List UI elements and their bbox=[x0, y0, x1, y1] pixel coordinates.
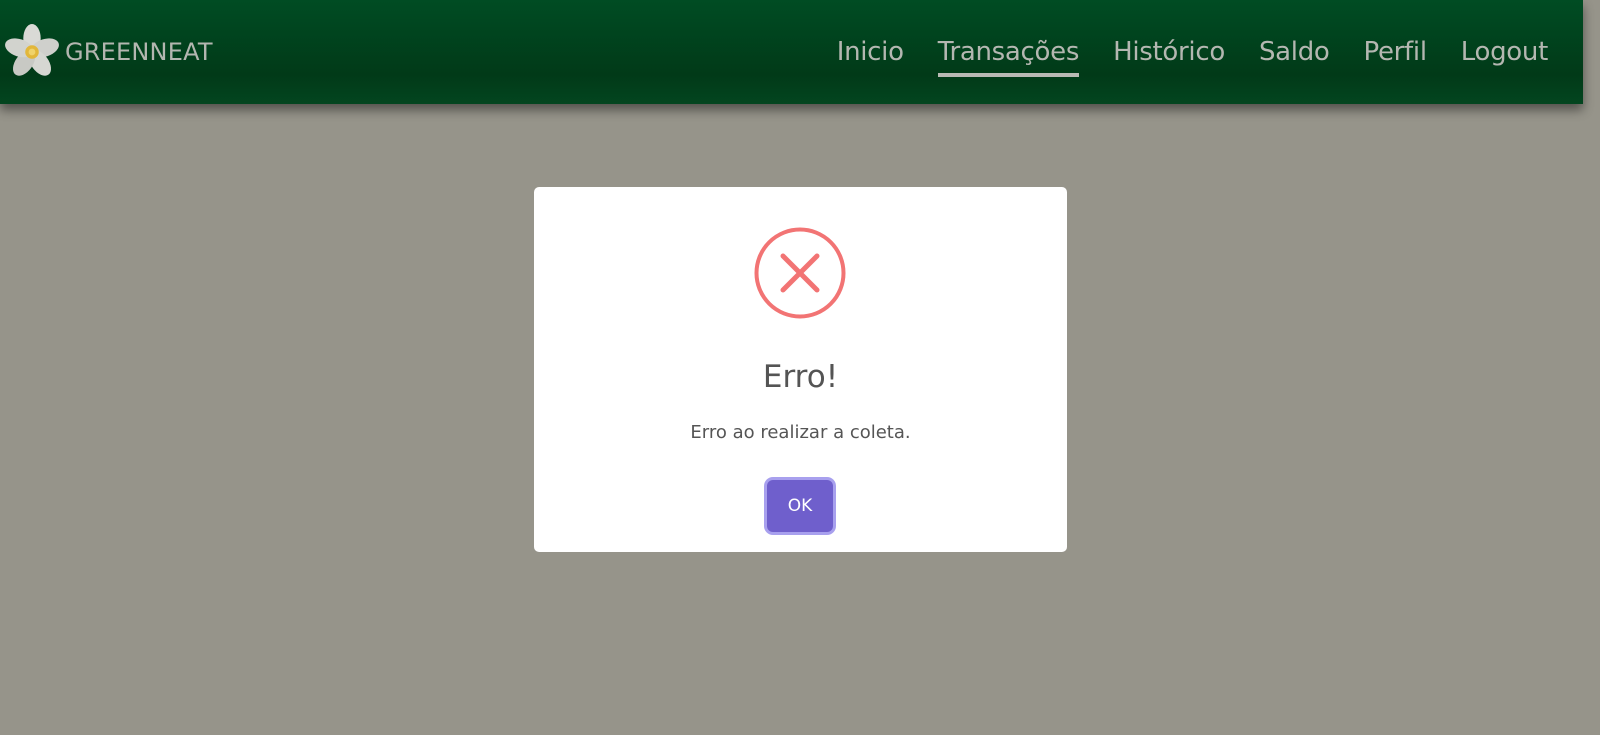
ok-button[interactable]: OK bbox=[767, 480, 833, 532]
nav-item-saldo[interactable]: Saldo bbox=[1259, 32, 1330, 72]
navbar: GREENNEAT Inicio Transações Histórico Sa… bbox=[0, 0, 1583, 104]
dialog-title: Erro! bbox=[762, 359, 839, 395]
flower-logo-icon bbox=[5, 23, 59, 76]
main-nav: Inicio Transações Histórico Saldo Perfil… bbox=[837, 32, 1549, 77]
nav-item-inicio[interactable]: Inicio bbox=[837, 32, 904, 72]
dialog-message: Erro ao realizar a coleta. bbox=[690, 422, 911, 443]
nav-item-transacoes[interactable]: Transações bbox=[937, 32, 1080, 77]
nav-item-historico[interactable]: Histórico bbox=[1113, 32, 1225, 72]
nav-item-logout[interactable]: Logout bbox=[1461, 32, 1549, 72]
error-dialog: Erro! Erro ao realizar a coleta. OK bbox=[534, 187, 1067, 552]
brand-name: GREENNEAT bbox=[65, 38, 213, 66]
nav-item-perfil[interactable]: Perfil bbox=[1364, 32, 1428, 72]
brand[interactable]: GREENNEAT bbox=[3, 22, 213, 82]
error-x-circle-icon bbox=[754, 227, 846, 319]
